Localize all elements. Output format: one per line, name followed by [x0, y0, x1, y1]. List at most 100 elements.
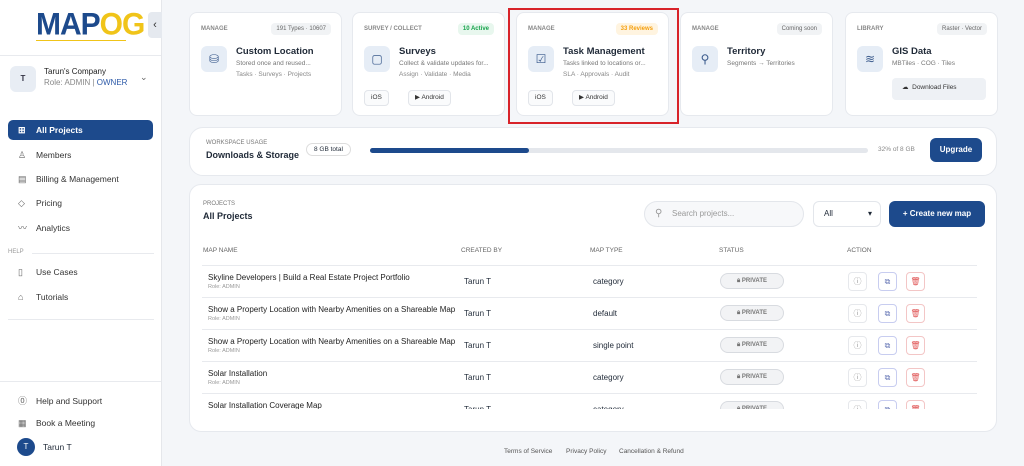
map-type: category	[593, 373, 624, 382]
graduation-cap-icon: ⌂	[18, 292, 24, 302]
download-files-button[interactable]: ☁ Download Files	[892, 78, 986, 100]
receipt-icon: ▤	[18, 174, 27, 184]
usage-progress-bar	[370, 148, 868, 153]
table-row[interactable]: Show a Property Location with Nearby Ame…	[202, 329, 977, 361]
refund-link[interactable]: Cancellation & Refund	[619, 448, 684, 455]
search-input[interactable]: ⚲ Search projects...	[644, 201, 804, 227]
delete-button[interactable]: 🗑︎	[906, 400, 925, 409]
map-name[interactable]: Show a Property Location with Nearby Ame…	[208, 305, 455, 314]
upgrade-button[interactable]: Upgrade	[930, 138, 982, 162]
card-category: MANAGE	[201, 26, 228, 32]
card-badge: Coming soon	[776, 23, 822, 35]
status-text: PRIVATE	[741, 278, 767, 284]
map-type: category	[593, 405, 624, 409]
mapog-logo[interactable]: MAPOG	[36, 7, 145, 43]
info-button[interactable]: ⓘ	[848, 368, 867, 387]
copy-button[interactable]: ⧉	[878, 272, 897, 291]
delete-button[interactable]: 🗑︎	[906, 304, 925, 323]
usage-title: Downloads & Storage	[206, 150, 300, 160]
workspace-usage-card: WORKSPACE USAGE Downloads & Storage 8 GB…	[189, 127, 997, 176]
company-switcher[interactable]: T Tarun's Company Role: ADMIN | OWNER ⌄	[10, 66, 155, 92]
sidebar-item-analytics[interactable]: 〰 Analytics	[8, 218, 153, 238]
table-row[interactable]: Skyline Developers | Build a Real Estate…	[202, 265, 977, 297]
map-name[interactable]: Solar Installation	[208, 369, 267, 378]
info-button[interactable]: ⓘ	[848, 336, 867, 355]
map-role: Role: ADMIN	[208, 316, 240, 322]
filter-select[interactable]: All ▾	[813, 201, 881, 227]
company-name: Tarun's Company	[44, 67, 106, 76]
nav-label: Analytics	[36, 223, 71, 233]
map-name[interactable]: Skyline Developers | Build a Real Estate…	[208, 273, 410, 282]
lock-icon: 🔒︎	[737, 310, 741, 316]
feature-card-surveys[interactable]: SURVEY / COLLECT 10 Active ▢ Surveys Col…	[352, 12, 505, 116]
info-button[interactable]: ⓘ	[848, 400, 867, 409]
trash-icon: 🗑︎	[910, 405, 920, 409]
help-and-support-link[interactable]: ⓪ Help and Support	[8, 391, 153, 411]
usage-label: WORKSPACE USAGE	[206, 140, 268, 146]
map-name[interactable]: Solar Installation Coverage Map	[208, 401, 322, 409]
feature-card-custom-location[interactable]: MANAGE 191 Types · 10607 ⛁ Custom Locati…	[189, 12, 342, 116]
ios-label: iOS	[371, 94, 382, 101]
card-tags: Tasks · Surveys · Projects	[236, 71, 312, 78]
play-store-icon: ▶	[415, 94, 420, 101]
status-text: PRIVATE	[741, 406, 767, 409]
column-header-map-type[interactable]: MAP TYPE	[590, 247, 623, 254]
feature-card-gis-data[interactable]: LIBRARY Raster · Vector ≋ GIS Data MBTil…	[845, 12, 998, 116]
nav-label: Help and Support	[36, 396, 103, 406]
column-header-status[interactable]: STATUS	[719, 247, 744, 254]
sidebar-item-members[interactable]: ♙ Members	[8, 145, 153, 165]
copy-button[interactable]: ⧉	[878, 400, 897, 409]
role-text: Role: ADMIN |	[44, 78, 97, 87]
copy-button[interactable]: ⧉	[878, 304, 897, 323]
projects-table-body[interactable]: Skyline Developers | Build a Real Estate…	[190, 265, 998, 409]
copy-icon: ⧉	[884, 309, 891, 318]
logo-underline	[36, 40, 126, 41]
privacy-link[interactable]: Privacy Policy	[566, 448, 606, 455]
map-pin-icon: ⚲	[692, 46, 718, 72]
delete-button[interactable]: 🗑︎	[906, 368, 925, 387]
sidebar-item-billing[interactable]: ▤ Billing & Management	[8, 169, 153, 189]
sidebar-item-pricing[interactable]: ◇ Pricing	[8, 193, 153, 213]
table-row[interactable]: Solar Installation Coverage Map Tarun T …	[202, 393, 977, 409]
feature-card-territory[interactable]: MANAGE Coming soon ⚲ Territory Segments …	[680, 12, 833, 116]
sidebar-item-tutorials[interactable]: ⌂ Tutorials	[8, 287, 153, 307]
collapse-sidebar-button[interactable]: ‹	[148, 12, 162, 38]
status-badge: 🔒︎ PRIVATE	[720, 305, 784, 321]
card-category: LIBRARY	[857, 26, 884, 32]
sidebar-item-all-projects[interactable]: ⊞ All Projects	[8, 120, 153, 140]
book-meeting-link[interactable]: ▦ Book a Meeting	[8, 413, 153, 433]
map-role: Role: ADMIN	[208, 380, 240, 386]
database-icon: ⛁	[201, 46, 227, 72]
card-badge: 191 Types · 10607	[271, 23, 331, 35]
filter-value: All	[824, 209, 833, 218]
table-row[interactable]: Show a Property Location with Nearby Ame…	[202, 297, 977, 329]
lock-icon: 🔒︎	[737, 342, 741, 348]
card-title: Surveys	[399, 46, 436, 57]
info-button[interactable]: ⓘ	[848, 304, 867, 323]
terms-link[interactable]: Terms of Service	[504, 448, 552, 455]
info-button[interactable]: ⓘ	[848, 272, 867, 291]
tag-icon: ◇	[18, 198, 25, 208]
search-icon: ⚲	[655, 208, 663, 219]
create-new-map-button[interactable]: + Create new map	[889, 201, 985, 227]
table-row[interactable]: Solar Installation Role: ADMIN Tarun T c…	[202, 361, 977, 393]
lock-icon: 🔒︎	[737, 374, 741, 380]
column-header-created-by[interactable]: CREATED BY	[461, 247, 502, 254]
copy-button[interactable]: ⧉	[878, 368, 897, 387]
card-category: MANAGE	[692, 26, 719, 32]
delete-button[interactable]: 🗑︎	[906, 272, 925, 291]
ios-button[interactable]: iOS	[364, 90, 389, 106]
map-name[interactable]: Show a Property Location with Nearby Ame…	[208, 337, 455, 346]
copy-button[interactable]: ⧉	[878, 336, 897, 355]
trash-icon: 🗑︎	[910, 277, 921, 286]
created-by: Tarun T	[464, 309, 491, 318]
android-button[interactable]: ▶ Android	[408, 90, 451, 106]
sidebar-item-use-cases[interactable]: ▯ Use Cases	[8, 262, 153, 282]
sidebar: MAPOG ‹ T Tarun's Company Role: ADMIN | …	[0, 0, 162, 466]
grid-icon: ⊞	[18, 125, 26, 135]
card-desc: Stored once and reused...	[236, 60, 311, 67]
column-header-action[interactable]: ACTION	[847, 247, 872, 254]
delete-button[interactable]: 🗑︎	[906, 336, 925, 355]
chart-line-icon: 〰	[18, 223, 28, 233]
column-header-map-name[interactable]: MAP NAME	[203, 247, 238, 254]
